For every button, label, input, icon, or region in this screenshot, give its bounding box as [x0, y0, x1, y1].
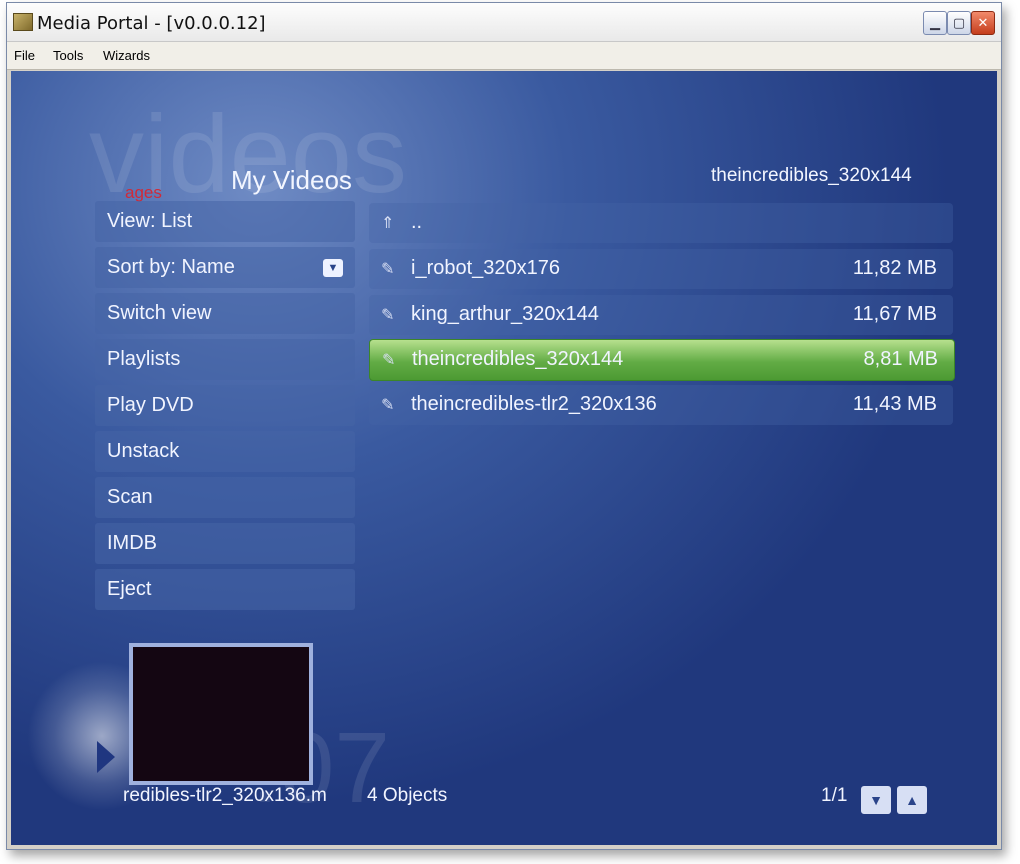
list-item-selected[interactable]: ✎ theincredibles_320x144 8,81 MB	[369, 339, 955, 381]
media-portal-window: Media Portal - [v0.0.0.12] ▁ ▢ ✕ File To…	[6, 2, 1002, 850]
chevron-down-icon[interactable]: ▼	[323, 259, 343, 277]
sidebar-item-imdb[interactable]: IMDB	[95, 523, 355, 564]
video-file-icon: ✎	[381, 397, 395, 414]
sidebar-item-label: Sort by: Name	[107, 256, 235, 278]
list-item-size: 11,67 MB	[852, 303, 937, 325]
list-item[interactable]: ✎ i_robot_320x176 11,82 MB	[369, 249, 953, 289]
ages-label: ages	[125, 183, 162, 202]
list-item-name: king_arthur_320x144	[411, 303, 599, 325]
selected-item-title: theincredibles_320x144	[711, 165, 912, 186]
list-item-parent-folder[interactable]: ⇑ ..	[369, 203, 953, 243]
list-item-name: theincredibles-tlr2_320x136	[411, 393, 657, 415]
list-item-size: 11,43 MB	[852, 393, 937, 415]
video-file-icon: ✎	[382, 352, 396, 369]
sidebar-item-label: IMDB	[107, 532, 157, 554]
title-bar: Media Portal - [v0.0.0.12] ▁ ▢ ✕	[7, 3, 1001, 42]
sidebar-item-label: Play DVD	[107, 394, 194, 416]
sidebar-item-label: Eject	[107, 578, 152, 600]
sidebar-item-play-dvd[interactable]: Play DVD	[95, 385, 355, 426]
page-up-button[interactable]: ▲	[897, 786, 927, 814]
menu-wizards[interactable]: Wizards	[103, 48, 150, 63]
object-count: 4 Objects	[367, 785, 448, 806]
list-item-size: 11,82 MB	[852, 257, 937, 279]
sidebar-item-label: View: List	[107, 210, 193, 232]
list-item-name: theincredibles_320x144	[412, 348, 624, 370]
list-item[interactable]: ✎ theincredibles-tlr2_320x136 11,43 MB	[369, 385, 953, 425]
app-icon	[13, 13, 33, 31]
sidebar-item-sort[interactable]: Sort by: Name ▼	[95, 247, 355, 288]
menu-file[interactable]: File	[14, 48, 35, 63]
minimize-icon[interactable]: ▁	[923, 11, 947, 35]
page-indicator: 1/1	[821, 785, 848, 806]
video-file-icon: ✎	[381, 261, 395, 278]
menu-tools[interactable]: Tools	[53, 48, 83, 63]
menu-bar: File Tools Wizards	[7, 42, 1001, 70]
sidebar-item-label: Unstack	[107, 440, 180, 462]
sidebar-item-view[interactable]: View: List	[95, 201, 355, 242]
maximize-icon[interactable]: ▢	[947, 11, 971, 35]
videos-screen: videos My Videos ages theincredibles_320…	[11, 71, 997, 845]
chevron-down-icon: ▼	[869, 792, 883, 808]
sidebar-item-label: Scan	[107, 486, 153, 508]
sidebar-item-playlists[interactable]: Playlists	[95, 339, 355, 380]
window-title: Media Portal - [v0.0.0.12]	[37, 13, 266, 34]
now-playing-label: redibles-tlr2_320x136.m	[123, 785, 327, 806]
folder-up-icon: ⇑	[381, 215, 395, 232]
page-title: My Videos	[231, 165, 352, 195]
list-item[interactable]: ✎ king_arthur_320x144 11,67 MB	[369, 295, 953, 335]
list-item-name: i_robot_320x176	[411, 257, 561, 279]
close-icon[interactable]: ✕	[971, 11, 995, 35]
sidebar-item-scan[interactable]: Scan	[95, 477, 355, 518]
page-down-button[interactable]: ▼	[861, 786, 891, 814]
chevron-up-icon: ▲	[905, 792, 919, 808]
list-item-name: ..	[411, 211, 423, 233]
sidebar-item-unstack[interactable]: Unstack	[95, 431, 355, 472]
play-icon[interactable]	[97, 741, 115, 773]
sidebar-item-switch-view[interactable]: Switch view	[95, 293, 355, 334]
sidebar-item-label: Switch view	[107, 302, 212, 324]
video-preview[interactable]	[129, 643, 313, 785]
sidebar-item-label: Playlists	[107, 348, 181, 370]
sidebar-item-eject[interactable]: Eject	[95, 569, 355, 610]
video-file-icon: ✎	[381, 307, 395, 324]
list-item-size: 8,81 MB	[863, 348, 938, 370]
